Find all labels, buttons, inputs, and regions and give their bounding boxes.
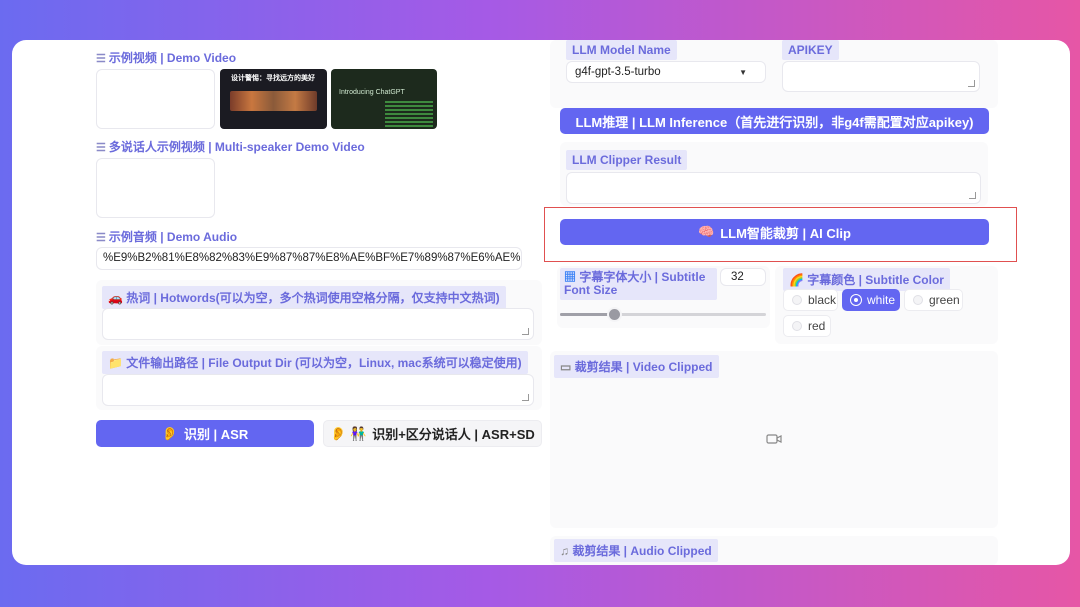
multi-speaker-label: ☰ 多说话人示例视频 | Multi-speaker Demo Video xyxy=(96,140,365,154)
brain-icon: 🧠 xyxy=(698,224,715,239)
llm-config-panel: LLM Model Name g4f-gpt-3.5-turbo ▼ APIKE… xyxy=(550,40,998,108)
ear-icon: 👂 xyxy=(161,425,178,441)
apikey-input[interactable] xyxy=(782,61,980,92)
demo-video-thumbnail-2[interactable]: Introducing ChatGPT xyxy=(331,69,437,129)
demo-video-empty-slot[interactable] xyxy=(96,69,215,129)
chevron-down-icon: ▼ xyxy=(739,68,747,77)
demo-video-thumbnail-1[interactable]: 设计警惕：寻找远方的美好 xyxy=(220,69,327,129)
grid-icon: ▦ xyxy=(564,270,580,284)
audio-clipped-label: ♫ 裁剪结果 | Audio Clipped xyxy=(554,539,718,562)
apikey-label: APIKEY xyxy=(782,40,839,60)
audio-clipped-panel: ♫ 裁剪结果 | Audio Clipped xyxy=(550,536,998,565)
video-clipped-label: ▭ 裁剪结果 | Video Clipped xyxy=(554,355,719,378)
slider-handle[interactable] xyxy=(607,307,622,322)
video-camera-icon xyxy=(766,434,782,444)
rainbow-icon: 🌈 xyxy=(789,273,808,287)
list-icon: ☰ xyxy=(96,232,106,244)
color-option-white[interactable]: white xyxy=(842,289,900,311)
hotwords-icon: 🚗 xyxy=(108,291,127,305)
font-size-input[interactable]: 32 xyxy=(720,268,766,286)
demo-audio-file[interactable]: %E9%B2%81%E8%82%83%E9%87%87%E8%AE%BF%E7%… xyxy=(96,247,522,270)
radio-dot xyxy=(851,295,861,305)
radio-dot xyxy=(792,295,802,305)
hotwords-label: 🚗 热词 | Hotwords(可以为空，多个热词使用空格分隔，仅支持中文热词) xyxy=(102,286,506,309)
llm-model-select[interactable]: g4f-gpt-3.5-turbo ▼ xyxy=(566,61,766,83)
video-icon: ▭ xyxy=(560,360,575,374)
llm-result-output[interactable] xyxy=(566,172,981,204)
color-option-black[interactable]: black xyxy=(783,289,838,311)
llm-result-panel: LLM Clipper Result xyxy=(560,142,988,206)
ear-people-icon: 👂 👫 xyxy=(330,425,367,441)
hotwords-panel: 🚗 热词 | Hotwords(可以为空，多个热词使用空格分隔，仅支持中文热词) xyxy=(96,280,542,345)
list-icon: ☰ xyxy=(96,142,106,154)
asr-sd-button[interactable]: 👂 👫 识别+区分说话人 | ASR+SD xyxy=(323,420,542,447)
radio-dot xyxy=(792,321,802,331)
demo-audio-label: ☰ 示例音频 | Demo Audio xyxy=(96,230,238,244)
thumbnail-2-title: Introducing ChatGPT xyxy=(339,89,405,96)
folder-icon: 📁 xyxy=(108,356,127,370)
ai-clip-button[interactable]: 🧠 LLM智能裁剪 | AI Clip xyxy=(560,219,989,245)
hotwords-input[interactable] xyxy=(102,308,534,340)
music-icon: ♫ xyxy=(560,544,573,558)
asr-button[interactable]: 👂 识别 | ASR xyxy=(96,420,314,447)
thumbnail-1-image xyxy=(230,91,317,111)
output-dir-input[interactable] xyxy=(102,374,534,406)
video-clipped-panel: ▭ 裁剪结果 | Video Clipped xyxy=(550,351,998,528)
app-card: ☰ 示例视频 | Demo Video 设计警惕：寻找远方的美好 Introduc… xyxy=(12,40,1070,565)
subtitle-color-label: 🌈 字幕颜色 | Subtitle Color xyxy=(783,268,950,291)
thumbnail-2-image xyxy=(385,99,433,127)
llm-inference-button[interactable]: LLM推理 | LLM Inference（首先进行识别，非g4f需配置对应ap… xyxy=(560,108,989,134)
font-size-panel: ▦ 字幕字体大小 | Subtitle Font Size 32 xyxy=(557,266,770,328)
font-size-slider[interactable] xyxy=(560,307,766,322)
color-option-red[interactable]: red xyxy=(783,315,831,337)
multi-speaker-video-slot[interactable] xyxy=(96,158,215,218)
radio-dot xyxy=(913,295,923,305)
font-size-label: ▦ 字幕字体大小 | Subtitle Font Size xyxy=(560,268,717,300)
thumbnail-1-title: 设计警惕：寻找远方的美好 xyxy=(231,75,315,82)
slider-fill xyxy=(560,313,614,316)
list-icon: ☰ xyxy=(96,53,106,65)
color-option-green[interactable]: green xyxy=(904,289,963,311)
llm-result-label: LLM Clipper Result xyxy=(566,150,688,170)
output-dir-panel: 📁 文件输出路径 | File Output Dir (可以为空，Linux, … xyxy=(96,346,542,410)
llm-model-label: LLM Model Name xyxy=(566,40,677,60)
demo-video-label: ☰ 示例视频 | Demo Video xyxy=(96,51,237,65)
subtitle-color-panel: 🌈 字幕颜色 | Subtitle Color black white gree… xyxy=(775,266,998,344)
output-dir-label: 📁 文件输出路径 | File Output Dir (可以为空，Linux, … xyxy=(102,351,528,374)
